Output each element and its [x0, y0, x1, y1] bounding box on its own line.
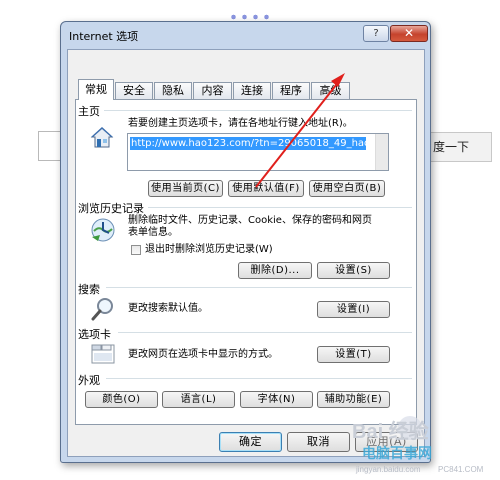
baidu-watermark: Bai 经验 电脑百事网 jingyan.baidu.com PC841.COM — [352, 416, 484, 474]
watermark-line2: 电脑百事网 — [362, 445, 432, 462]
red-annotation-arrow — [255, 73, 345, 188]
watermark-line4: PC841.COM — [438, 465, 484, 474]
watermark-line3: jingyan.baidu.com — [355, 465, 421, 474]
tab-general[interactable]: 常规 — [78, 79, 114, 100]
watermark-line1: Bai 经验 — [352, 419, 429, 443]
